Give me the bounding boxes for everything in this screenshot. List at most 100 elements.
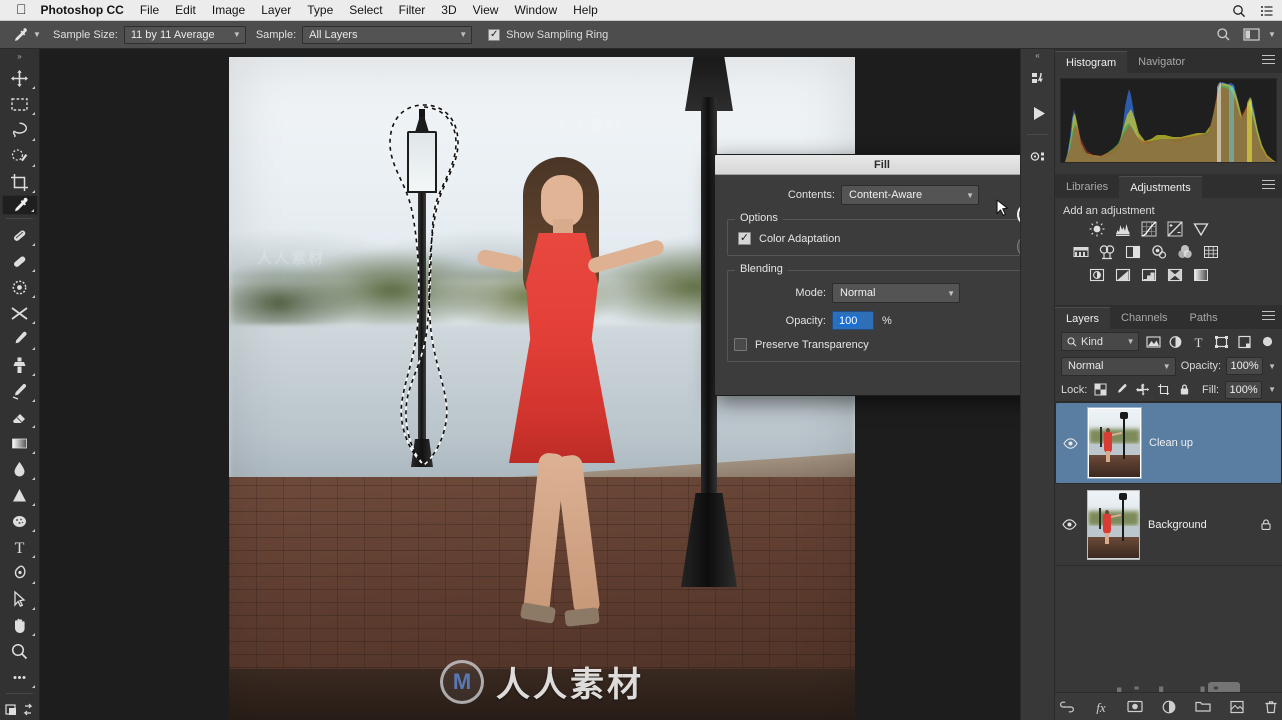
sponge-tool[interactable] [2,508,38,534]
sample-select[interactable]: All Layers ▼ [302,25,473,44]
actions-panel-icon[interactable] [1021,96,1056,130]
panel-menu-icon[interactable] [1262,55,1275,66]
type-tool[interactable]: T [2,534,38,560]
filter-smart-object-icon[interactable] [1236,333,1253,350]
layer-visibility-icon[interactable] [1059,519,1079,530]
layer-filter-kind-select[interactable]: Kind ▼ [1061,332,1139,351]
blend-mode-select[interactable]: Normal ▼ [1061,356,1176,376]
contents-select[interactable]: Content-Aware ▼ [841,185,979,205]
selective-color-icon[interactable] [1166,267,1183,283]
tab-paths[interactable]: Paths [1179,307,1229,329]
add-layer-style-icon[interactable]: fx [1093,699,1109,715]
gradient-tool[interactable] [2,430,38,456]
photo-filter-icon[interactable] [1150,244,1167,260]
fill-value[interactable]: 100% [1225,380,1263,399]
menu-item-view[interactable]: View [473,3,499,17]
spot-healing-brush-tool[interactable] [2,222,38,248]
edit-toolbar-tool[interactable] [2,664,38,690]
tab-libraries[interactable]: Libraries [1055,176,1119,198]
menu-item-window[interactable]: Window [514,3,557,17]
brush-tool[interactable] [2,326,38,352]
fill-dialog[interactable]: Fill Contents: Content-Aware ▼ Options ✓… [714,154,1083,396]
menu-item-select[interactable]: Select [349,3,382,17]
path-selection-tool[interactable] [2,586,38,612]
dodge-tool[interactable] [2,482,38,508]
curves-icon[interactable] [1140,221,1157,237]
opacity-chevron-down-icon[interactable]: ▼ [1268,362,1276,371]
tool-preset-caret-icon[interactable]: ▼ [31,30,43,39]
clone-stamp-tool[interactable] [2,352,38,378]
levels-icon[interactable] [1114,221,1131,237]
search-icon[interactable] [1232,4,1246,18]
layer-name[interactable]: Clean up [1149,437,1249,449]
filter-adjustment-icon[interactable] [1168,333,1185,350]
patch-tool[interactable] [2,248,38,274]
tab-adjustments[interactable]: Adjustments [1119,176,1202,198]
filter-type-icon[interactable]: T [1190,333,1207,350]
link-layers-icon[interactable] [1059,699,1075,715]
add-layer-mask-icon[interactable] [1126,699,1143,715]
workspace-caret-icon[interactable]: ▼ [1266,30,1278,39]
layer-visibility-icon[interactable] [1060,437,1080,449]
shuffle-tool[interactable] [2,300,38,326]
content-aware-move-tool[interactable] [2,274,38,300]
new-layer-icon[interactable] [1229,699,1245,715]
layer-opacity-value[interactable]: 100% [1226,357,1264,375]
layer-thumbnail[interactable] [1087,407,1142,479]
lock-all-icon[interactable] [1177,382,1192,397]
sample-size-select[interactable]: 11 by 11 Average ▼ [123,25,246,44]
black-white-icon[interactable] [1124,244,1141,260]
menu-item-edit[interactable]: Edit [175,3,196,17]
menu-item-layer[interactable]: Layer [261,3,291,17]
filter-pixel-icon[interactable] [1145,333,1162,350]
tab-channels[interactable]: Channels [1110,307,1178,329]
channel-mixer-icon[interactable] [1176,244,1193,260]
color-adaptation-checkbox[interactable]: ✓ Color Adaptation [738,232,1026,245]
filter-shape-icon[interactable] [1213,333,1230,350]
pen-tool[interactable] [2,560,38,586]
menu-item-filter[interactable]: Filter [399,3,426,17]
tab-layers[interactable]: Layers [1055,307,1111,329]
layer-thumbnail[interactable] [1087,489,1140,560]
menu-item-type[interactable]: Type [307,3,333,17]
hue-saturation-icon[interactable] [1072,244,1089,260]
layer-name[interactable]: Background [1148,519,1250,531]
options-search-icon[interactable] [1210,24,1236,46]
opacity-input[interactable]: 100 [832,311,874,330]
history-panel-icon[interactable] [1021,62,1056,96]
quick-mask-toggle[interactable] [2,697,38,720]
apple-logo-icon[interactable]:  [16,2,27,16]
exposure-icon[interactable] [1166,221,1183,237]
history-brush-tool[interactable] [2,378,38,404]
move-tool[interactable] [2,65,38,91]
gradient-map-icon[interactable] [1192,267,1209,283]
quick-selection-tool[interactable] [2,143,38,169]
menu-item-help[interactable]: Help [573,3,598,17]
workspace-switcher-icon[interactable] [1238,24,1264,46]
menu-item-image[interactable]: Image [212,3,245,17]
eyedropper-icon[interactable] [7,24,31,46]
color-lookup-icon[interactable] [1202,244,1219,260]
show-sampling-ring-checkbox[interactable]: ✓ Show Sampling Ring [488,28,608,41]
toolbox-collapse-icon[interactable]: » [0,49,39,63]
tab-navigator[interactable]: Navigator [1127,51,1196,73]
color-balance-icon[interactable] [1098,244,1115,260]
posterize-icon[interactable] [1114,267,1131,283]
hand-tool[interactable] [2,612,38,638]
brightness-contrast-icon[interactable] [1088,221,1105,237]
lock-position-icon[interactable] [1135,382,1150,397]
vibrance-icon[interactable] [1192,221,1209,237]
threshold-icon[interactable] [1140,267,1157,283]
eyedropper-tool[interactable] [1,195,38,215]
fill-chevron-down-icon[interactable]: ▼ [1268,385,1276,394]
rectangular-marquee-tool[interactable] [2,91,38,117]
invert-icon[interactable] [1088,267,1105,283]
app-name-label[interactable]: Photoshop CC [41,3,124,17]
eraser-tool[interactable] [2,404,38,430]
layer-row-clean-up[interactable]: Clean up [1055,402,1282,484]
new-adjustment-layer-icon[interactable] [1161,699,1177,715]
menu-item-3d[interactable]: 3D [441,3,456,17]
mode-select[interactable]: Normal ▼ [832,283,960,303]
control-center-icon[interactable] [1260,4,1274,18]
lock-transparent-pixels-icon[interactable] [1093,382,1108,397]
